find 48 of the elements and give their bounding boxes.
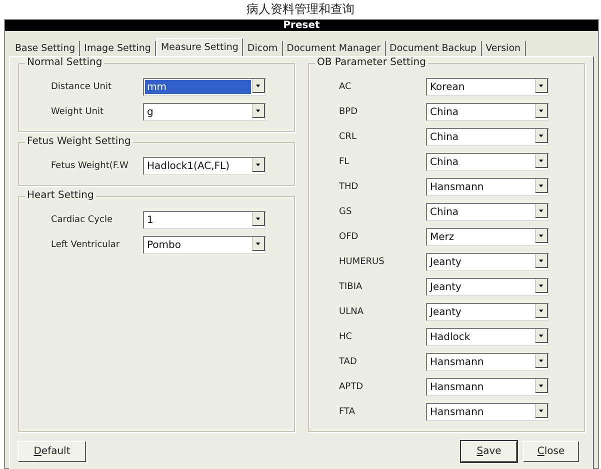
group-title: Normal Setting [25,57,104,68]
dropdown[interactable]: Hadlock1(AC,FL) [143,157,266,175]
field-label: FTA [339,407,356,417]
dialog-button[interactable]: Save [461,440,517,462]
dropdown[interactable]: g [143,103,266,121]
group-title: OB Parameter Setting [315,57,428,68]
dropdown[interactable]: China [426,128,549,146]
field-label: HUMERUS [339,257,386,267]
dropdown[interactable]: mm [143,78,266,96]
field-label: AC [339,82,352,92]
dialog-button[interactable]: Close [523,440,579,462]
window-title: Preset [5,20,598,31]
dialog-button[interactable]: Default [18,440,86,462]
field-label: HC [339,332,354,342]
dropdown[interactable]: Korean [426,78,549,96]
field-label: GS [339,207,353,217]
dropdown[interactable]: Jeanty [426,253,549,271]
dropdown[interactable]: Hansmann [426,178,549,196]
field-label: ULNA [339,307,364,317]
dropdown[interactable]: China [426,103,549,121]
field-label: APTD [339,382,364,392]
field-label: CRL [339,132,358,142]
field-label: OFD [339,232,360,242]
dropdown[interactable]: Hadlock [426,328,549,346]
field-label: Fetus Weight(F.W [51,161,130,171]
field-label: Distance Unit [51,82,113,92]
dropdown[interactable]: China [426,203,549,221]
group-title: Fetus Weight Setting [25,136,133,147]
field-label: Cardiac Cycle [51,215,114,225]
field-label: FL [339,157,350,167]
field-label: Weight Unit [51,107,105,117]
field-label: TIBIA [339,282,364,292]
group-title: Heart Setting [25,190,96,201]
field-label: Left Ventricular [51,240,121,250]
dropdown[interactable]: Jeanty [426,278,549,296]
dropdown[interactable]: Hansmann [426,403,549,421]
dropdown[interactable]: Hansmann [426,378,549,396]
page-title: 病人资料管理和查询 [246,1,356,18]
field-label: BPD [339,107,359,117]
tab[interactable]: Measure Setting [156,38,244,56]
field-label: TAD [339,357,358,367]
dropdown[interactable]: Merz [426,228,549,246]
dropdown[interactable]: Hansmann [426,353,549,371]
dropdown[interactable]: China [426,153,549,171]
dropdown[interactable]: 1 [143,211,266,229]
field-label: THD [339,182,360,192]
dropdown[interactable]: Jeanty [426,303,549,321]
dropdown[interactable]: Pombo [143,236,266,254]
